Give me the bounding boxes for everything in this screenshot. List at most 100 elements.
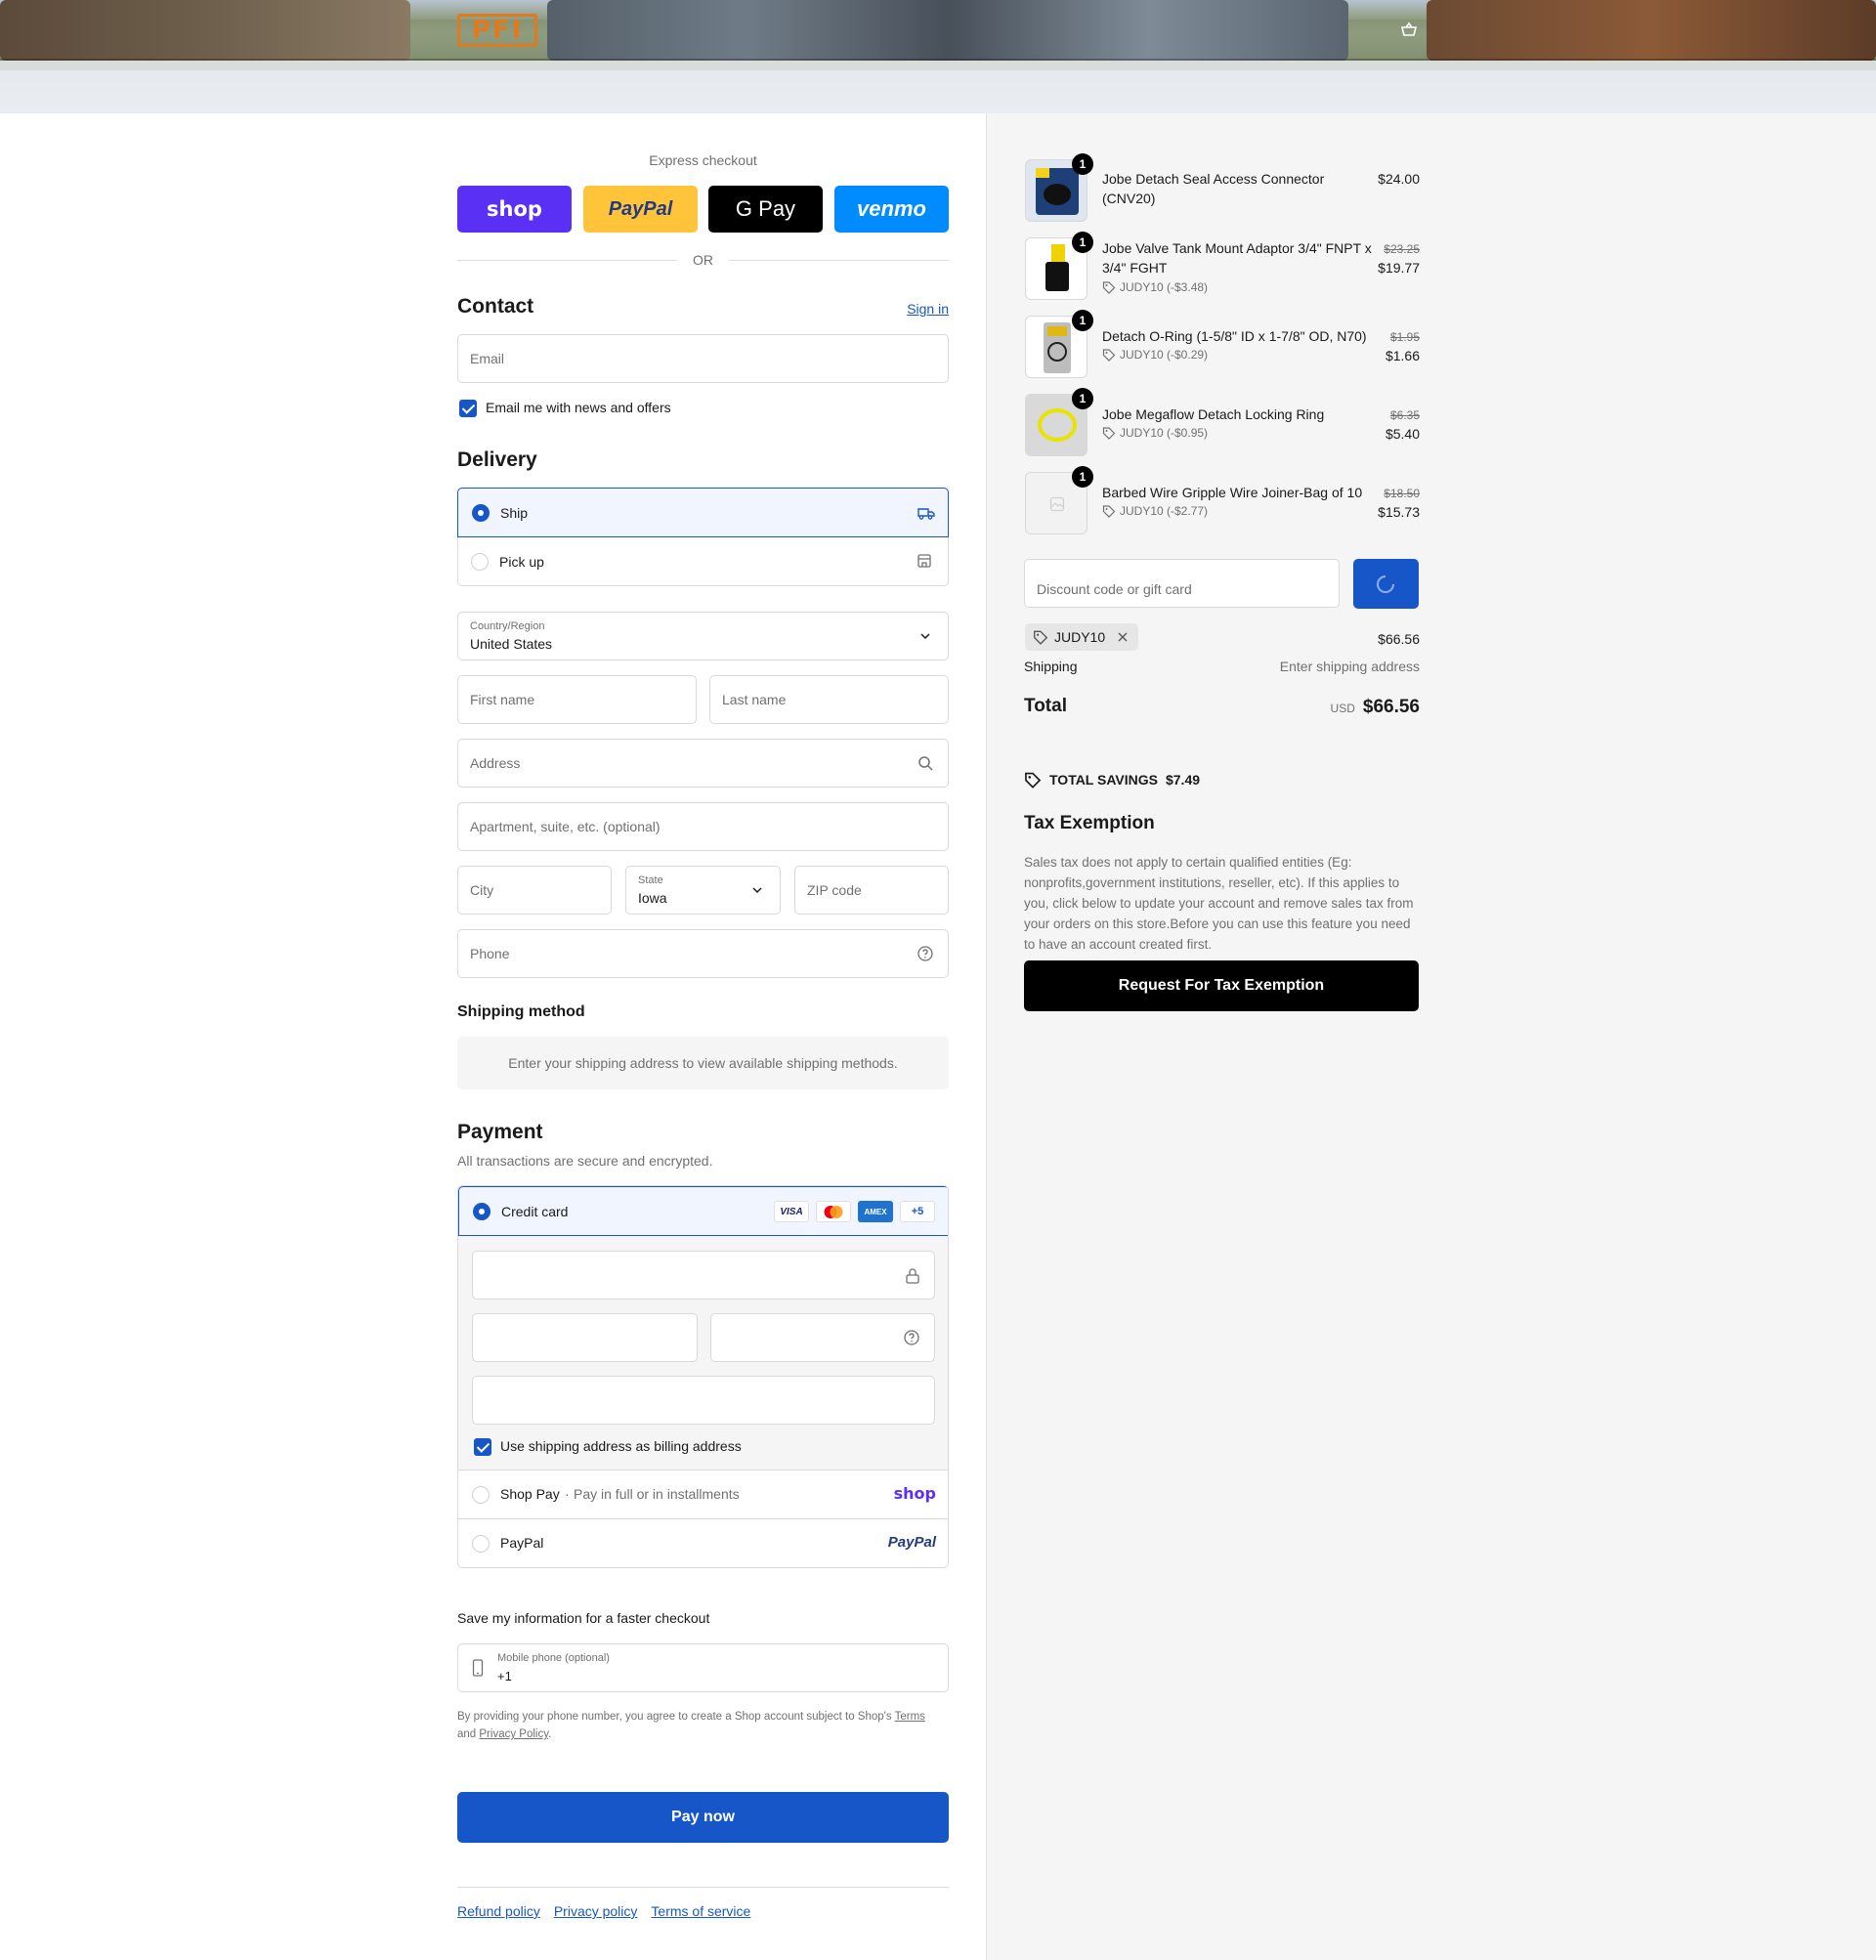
line-item-discount: JUDY10 (-$0.95) bbox=[1102, 426, 1208, 440]
address-field[interactable]: Address bbox=[457, 739, 949, 788]
shop-pay-radio[interactable] bbox=[472, 1486, 490, 1504]
shipping-value: Enter shipping address bbox=[1279, 659, 1420, 674]
or-label: OR bbox=[693, 252, 713, 268]
security-code-field[interactable] bbox=[710, 1313, 935, 1362]
shop-pay-label: Shop Pay bbox=[500, 1486, 560, 1502]
tax-exemption-text: Sales tax does not apply to certain qual… bbox=[1024, 855, 1414, 952]
venmo-logo: venmo bbox=[857, 196, 926, 221]
paypal-radio[interactable] bbox=[472, 1535, 490, 1553]
email-placeholder: Email bbox=[470, 351, 505, 366]
shop-pay-logo: shop bbox=[487, 197, 542, 221]
name-on-card-field[interactable] bbox=[472, 1376, 935, 1425]
city-field[interactable]: City bbox=[457, 866, 612, 915]
line-item-price: $5.40 bbox=[1385, 426, 1420, 442]
phone-field[interactable]: Phone bbox=[457, 929, 949, 978]
apply-discount-button[interactable] bbox=[1353, 559, 1419, 609]
country-select[interactable]: Country/Region United States bbox=[457, 612, 949, 660]
mobile-phone-field[interactable]: Mobile phone (optional) +1 bbox=[457, 1643, 949, 1692]
payment-option-shop-pay[interactable]: Shop Pay · Pay in full or in installment… bbox=[458, 1470, 948, 1519]
sign-in-link[interactable]: Sign in bbox=[907, 301, 949, 317]
zip-field[interactable]: ZIP code bbox=[794, 866, 949, 915]
help-icon[interactable] bbox=[917, 945, 934, 962]
tax-exemption-button[interactable]: Request For Tax Exemption bbox=[1024, 960, 1419, 1011]
store-icon bbox=[917, 554, 931, 568]
express-checkout-label: Express checkout bbox=[649, 152, 757, 168]
store-logo[interactable]: PFI bbox=[457, 14, 537, 47]
terms-link[interactable]: Terms bbox=[895, 1711, 925, 1723]
shop-pay-dot: · bbox=[565, 1486, 570, 1502]
last-name-placeholder: Last name bbox=[722, 692, 787, 707]
subtotal-value: $66.56 bbox=[1378, 631, 1420, 647]
help-icon[interactable] bbox=[903, 1329, 920, 1346]
shop-pay-express-button[interactable]: shop bbox=[457, 186, 572, 233]
mobile-phone-icon bbox=[472, 1659, 484, 1677]
payment-option-credit-card[interactable]: Credit card VISA AMEX +5 bbox=[458, 1186, 948, 1236]
venmo-express-button[interactable]: venmo bbox=[834, 186, 949, 233]
credit-card-radio[interactable] bbox=[473, 1203, 490, 1220]
card-number-field[interactable] bbox=[472, 1251, 935, 1300]
apartment-field[interactable]: Apartment, suite, etc. (optional) bbox=[457, 802, 949, 851]
last-name-field[interactable]: Last name bbox=[709, 675, 949, 724]
ship-label: Ship bbox=[500, 505, 529, 521]
total-savings: TOTAL SAVINGS $7.49 bbox=[1024, 771, 1200, 788]
line-item-price: $1.66 bbox=[1385, 348, 1420, 363]
amex-icon: AMEX bbox=[858, 1201, 893, 1222]
banner-horse-right bbox=[1427, 0, 1876, 61]
pay-now-button[interactable]: Pay now bbox=[457, 1792, 949, 1843]
legal-and: and bbox=[457, 1728, 477, 1740]
news-checkbox[interactable] bbox=[459, 400, 477, 417]
loading-spinner-icon bbox=[1377, 575, 1394, 593]
truck-icon bbox=[917, 508, 935, 520]
first-name-placeholder: First name bbox=[470, 692, 535, 707]
pickup-radio[interactable] bbox=[471, 553, 489, 571]
shop-pay-note: Pay in full or in installments bbox=[574, 1486, 740, 1502]
card-fields-panel: Use shipping address as billing address bbox=[458, 1236, 948, 1470]
expiration-date-field[interactable] bbox=[472, 1313, 698, 1362]
line-item-original-price: $1.95 bbox=[1389, 330, 1420, 344]
chevron-down-icon bbox=[920, 633, 930, 640]
google-pay-logo: G Pay bbox=[735, 196, 796, 221]
legal-prefix: By providing your phone number, you agre… bbox=[457, 1711, 892, 1723]
ship-radio[interactable] bbox=[472, 504, 490, 522]
email-field[interactable]: Email bbox=[457, 334, 949, 383]
terms-of-service-link[interactable]: Terms of service bbox=[651, 1903, 750, 1919]
tag-icon bbox=[1102, 281, 1116, 294]
payment-option-paypal[interactable]: PayPal PayPal bbox=[458, 1519, 948, 1567]
cart-icon[interactable] bbox=[1399, 21, 1419, 37]
line-item-discount-label: JUDY10 (-$0.95) bbox=[1120, 426, 1209, 440]
discount-code-placeholder: Discount code or gift card bbox=[1037, 581, 1192, 597]
more-cards-badge: +5 bbox=[900, 1201, 935, 1222]
shipping-label: Shipping bbox=[1024, 659, 1078, 674]
quantity-badge: 1 bbox=[1072, 388, 1093, 409]
privacy-policy-footer-link[interactable]: Privacy policy bbox=[554, 1903, 638, 1919]
first-name-field[interactable]: First name bbox=[457, 675, 697, 724]
state-select[interactable]: State Iowa bbox=[625, 866, 781, 915]
payment-methods: Credit card VISA AMEX +5 Use shipping ad… bbox=[457, 1185, 949, 1568]
billing-address-checkbox[interactable] bbox=[474, 1438, 491, 1456]
privacy-policy-link[interactable]: Privacy Policy bbox=[479, 1728, 548, 1740]
country-label: Country/Region bbox=[470, 620, 545, 632]
google-pay-express-button[interactable]: G Pay bbox=[708, 186, 823, 233]
address-placeholder: Address bbox=[470, 755, 521, 771]
discount-code-field[interactable]: Discount code or gift card bbox=[1024, 559, 1340, 608]
line-item-discount-label: JUDY10 (-$3.48) bbox=[1120, 280, 1209, 294]
legal-period: . bbox=[548, 1728, 552, 1740]
pickup-label: Pick up bbox=[499, 554, 544, 570]
applied-discount-tag: JUDY10 bbox=[1025, 623, 1139, 651]
line-item-original-price: $6.35 bbox=[1389, 408, 1420, 422]
total-savings-label: TOTAL SAVINGS bbox=[1049, 772, 1158, 788]
tag-icon bbox=[1102, 427, 1116, 440]
quantity-badge: 1 bbox=[1072, 466, 1093, 488]
total-value: $66.56 bbox=[1362, 697, 1420, 717]
paypal-express-button[interactable]: PayPal bbox=[583, 186, 698, 233]
delivery-option-pickup[interactable]: Pick up bbox=[457, 537, 949, 586]
credit-card-label: Credit card bbox=[501, 1204, 569, 1219]
state-value: Iowa bbox=[638, 890, 667, 906]
refund-policy-link[interactable]: Refund policy bbox=[457, 1903, 540, 1919]
save-info-heading: Save my information for a faster checkou… bbox=[457, 1610, 710, 1626]
payment-heading: Payment bbox=[457, 1121, 543, 1143]
remove-discount-icon[interactable] bbox=[1117, 631, 1129, 643]
visa-icon: VISA bbox=[774, 1201, 809, 1222]
delivery-option-ship[interactable]: Ship bbox=[457, 488, 949, 537]
billing-address-label: Use shipping address as billing address bbox=[500, 1438, 742, 1454]
